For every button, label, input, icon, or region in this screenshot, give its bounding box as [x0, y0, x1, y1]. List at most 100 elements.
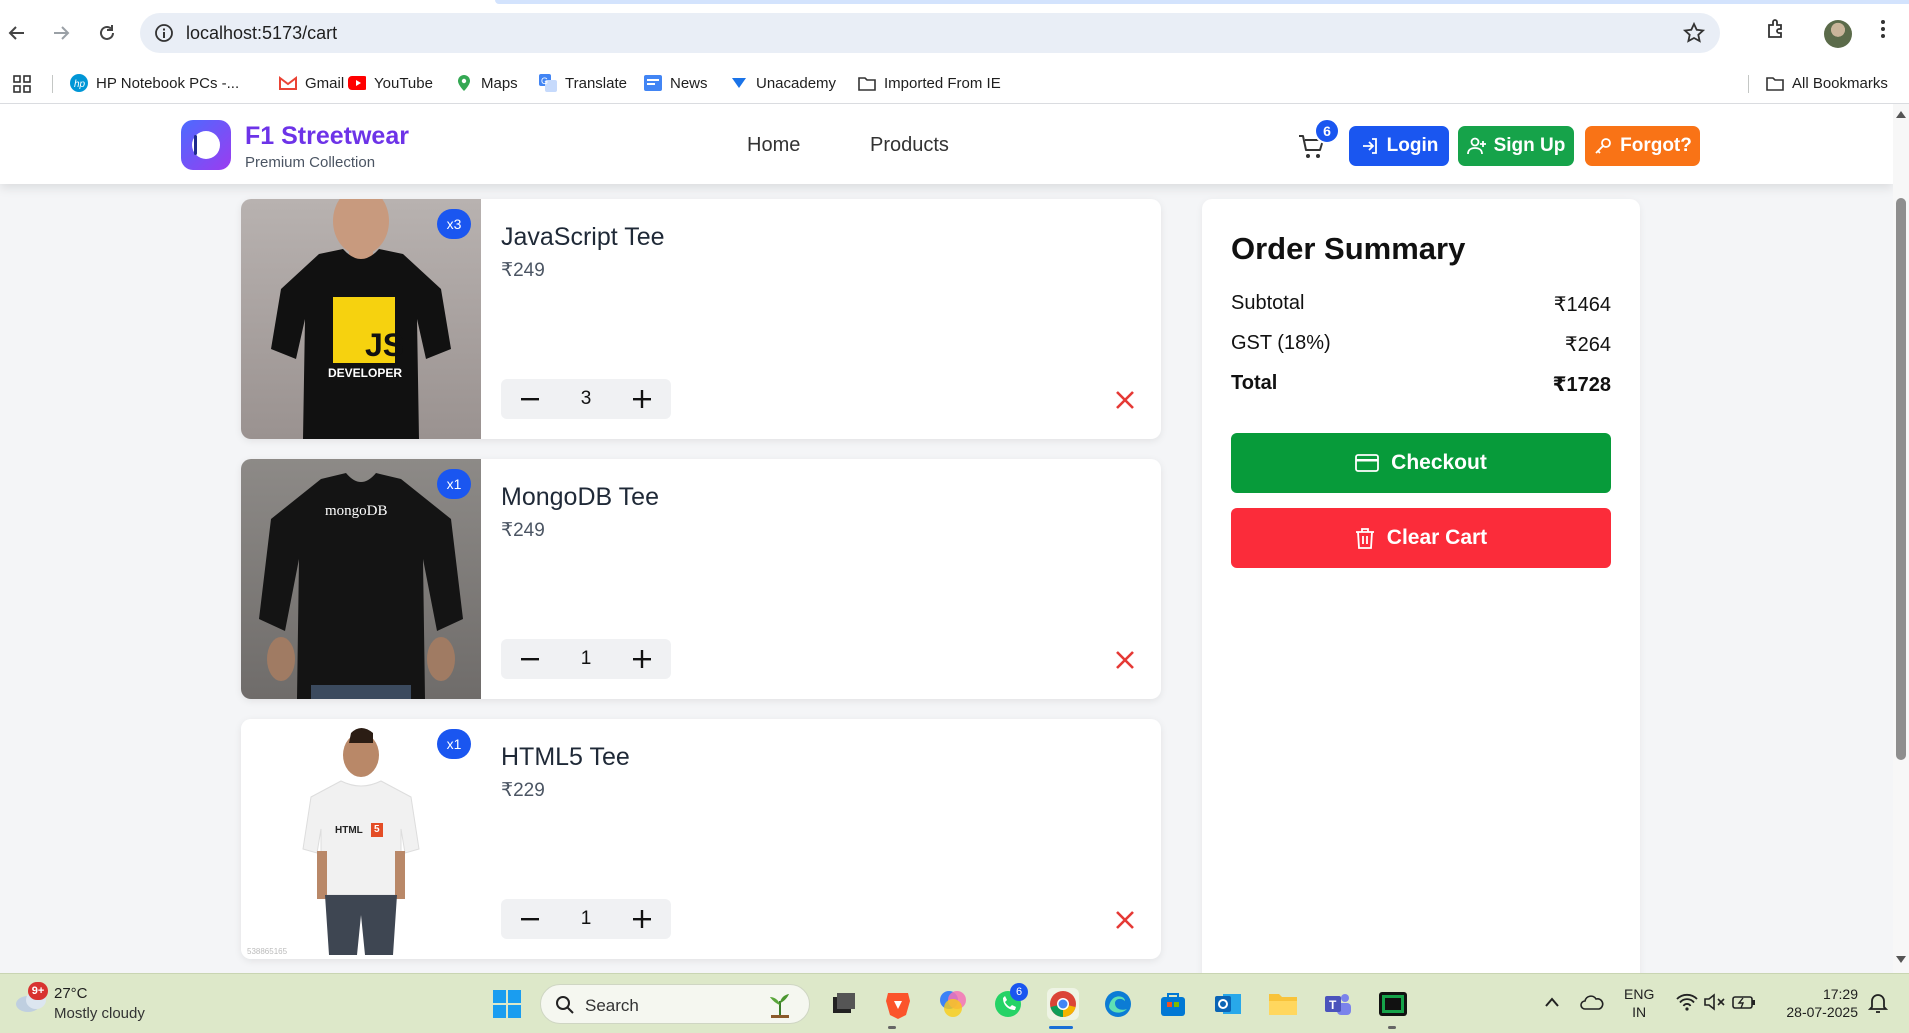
taskbar-outlook[interactable]	[1212, 988, 1244, 1020]
brand-name[interactable]: F1 Streetwear	[245, 122, 409, 151]
taskbar-store[interactable]	[1157, 988, 1189, 1020]
shirt-print-text: HTML	[335, 825, 363, 836]
maps-pin-icon	[455, 74, 473, 92]
onedrive-cloud-icon[interactable]	[1580, 994, 1604, 1010]
shirt-print-text: JS	[365, 327, 405, 363]
clear-cart-button[interactable]: Clear Cart	[1231, 508, 1611, 568]
browser-menu-icon[interactable]	[1876, 16, 1890, 42]
subtotal-label: Subtotal	[1231, 292, 1305, 314]
bookmark-gmail[interactable]: Gmail	[279, 71, 344, 95]
taskbar-terminal-app[interactable]	[1377, 988, 1409, 1020]
taskbar-chrome[interactable]	[1047, 988, 1079, 1020]
order-summary-panel: Order Summary Subtotal ₹1464 GST (18%) ₹…	[1202, 199, 1640, 973]
product-name: HTML5 Tee	[501, 743, 630, 771]
weather-temperature[interactable]: 27°C	[54, 985, 88, 1002]
taskbar-teams[interactable]: T	[1322, 988, 1354, 1020]
news-icon	[644, 74, 662, 92]
teams-icon: T	[1325, 994, 1351, 1015]
unacademy-icon	[730, 74, 748, 92]
gmail-icon	[279, 74, 297, 92]
bookmark-star-icon[interactable]	[1682, 21, 1706, 45]
reload-button[interactable]	[90, 16, 124, 50]
login-button[interactable]: Login	[1349, 126, 1449, 166]
decrease-quantity-button[interactable]	[505, 899, 555, 939]
translate-icon: G	[539, 74, 557, 92]
all-bookmarks[interactable]: All Bookmarks	[1766, 71, 1888, 95]
volume-muted-icon[interactable]	[1704, 993, 1726, 1011]
forgot-password-button[interactable]: Forgot?	[1585, 126, 1700, 166]
back-button[interactable]	[0, 16, 34, 50]
page-scrollbar[interactable]	[1893, 104, 1909, 973]
profile-avatar[interactable]	[1824, 20, 1852, 48]
bookmark-translate[interactable]: G Translate	[539, 71, 627, 95]
hp-logo-icon: hp	[70, 74, 88, 92]
address-bar[interactable]: localhost:5173/cart	[140, 13, 1720, 53]
wifi-icon[interactable]	[1676, 993, 1698, 1011]
cart-item: HTML 5 538865165 x1 HTML5 Tee ₹229 1	[241, 719, 1161, 959]
close-icon	[1116, 911, 1134, 929]
scrollbar-thumb[interactable]	[1896, 198, 1906, 760]
start-button[interactable]	[491, 988, 523, 1020]
bookmark-unacademy[interactable]: Unacademy	[730, 71, 836, 95]
decrease-quantity-button[interactable]	[505, 639, 555, 679]
taskbar-file-explorer[interactable]	[1267, 988, 1299, 1020]
taskbar-copilot[interactable]	[937, 988, 969, 1020]
remove-item-button[interactable]	[1112, 387, 1138, 413]
subtotal-row: Subtotal ₹1464	[1231, 292, 1611, 316]
close-icon	[1116, 651, 1134, 669]
bookmarks-divider	[52, 75, 53, 93]
site-logo[interactable]	[181, 120, 231, 170]
nav-products[interactable]: Products	[870, 134, 949, 157]
extensions-icon[interactable]	[1764, 16, 1790, 42]
taskbar-brave[interactable]	[882, 988, 914, 1020]
quantity-stepper: 3	[501, 379, 671, 419]
nav-home[interactable]: Home	[747, 134, 800, 157]
close-icon	[1116, 391, 1134, 409]
increase-quantity-button[interactable]	[617, 639, 667, 679]
order-summary-title: Order Summary	[1231, 231, 1466, 266]
url-text[interactable]: localhost:5173/cart	[186, 23, 337, 44]
quantity-value: 3	[580, 388, 592, 409]
taskbar-search-label: Search	[585, 996, 639, 1015]
back-arrow-icon	[8, 26, 24, 40]
terminal-icon	[1379, 992, 1407, 1016]
scroll-down-arrow-icon[interactable]	[1896, 956, 1906, 964]
apps-grid-icon[interactable]	[12, 74, 32, 94]
taskbar-search[interactable]: Search	[540, 984, 810, 1024]
notification-bell-icon[interactable]	[1868, 992, 1888, 1014]
chevron-up-icon[interactable]	[1544, 996, 1560, 1008]
remove-item-button[interactable]	[1112, 907, 1138, 933]
language-indicator[interactable]: ENG IN	[1624, 985, 1654, 1021]
cart-item: JS DEVELOPER x3 JavaScript Tee ₹249 3	[241, 199, 1161, 439]
taskbar-task-view[interactable]	[828, 988, 860, 1020]
plant-icon	[770, 994, 789, 1018]
product-name: MongoDB Tee	[501, 483, 659, 511]
shirt-print-subtext: DEVELOPER	[328, 366, 403, 380]
total-row: Total ₹1728	[1231, 372, 1611, 396]
svg-text:T: T	[1329, 998, 1337, 1012]
bookmark-imported-folder[interactable]: Imported From IE	[858, 71, 1001, 95]
taskbar-edge[interactable]	[1102, 988, 1134, 1020]
bookmark-hp[interactable]: hp HP Notebook PCs -...	[70, 71, 239, 95]
increase-quantity-button[interactable]	[617, 379, 667, 419]
increase-quantity-button[interactable]	[617, 899, 667, 939]
store-bag-icon	[1161, 993, 1185, 1016]
signup-button[interactable]: Sign Up	[1458, 126, 1574, 166]
site-info-icon[interactable]	[154, 23, 174, 43]
shirt-print-badge: 5	[374, 824, 380, 835]
search-icon	[556, 996, 574, 1014]
reload-icon	[100, 25, 114, 40]
weather-description[interactable]: Mostly cloudy	[54, 1005, 145, 1022]
checkout-button[interactable]: Checkout	[1231, 433, 1611, 493]
bookmark-maps[interactable]: Maps	[455, 71, 518, 95]
scroll-up-arrow-icon[interactable]	[1896, 110, 1906, 118]
system-clock[interactable]: 17:29 28-07-2025	[1774, 985, 1858, 1021]
forward-button[interactable]	[44, 16, 78, 50]
running-indicator	[888, 1026, 896, 1029]
bookmark-news[interactable]: News	[644, 71, 708, 95]
remove-item-button[interactable]	[1112, 647, 1138, 673]
subtotal-value: ₹1464	[1553, 294, 1611, 316]
bookmark-youtube[interactable]: YouTube	[348, 71, 433, 95]
battery-charging-icon[interactable]	[1732, 994, 1756, 1010]
decrease-quantity-button[interactable]	[505, 379, 555, 419]
